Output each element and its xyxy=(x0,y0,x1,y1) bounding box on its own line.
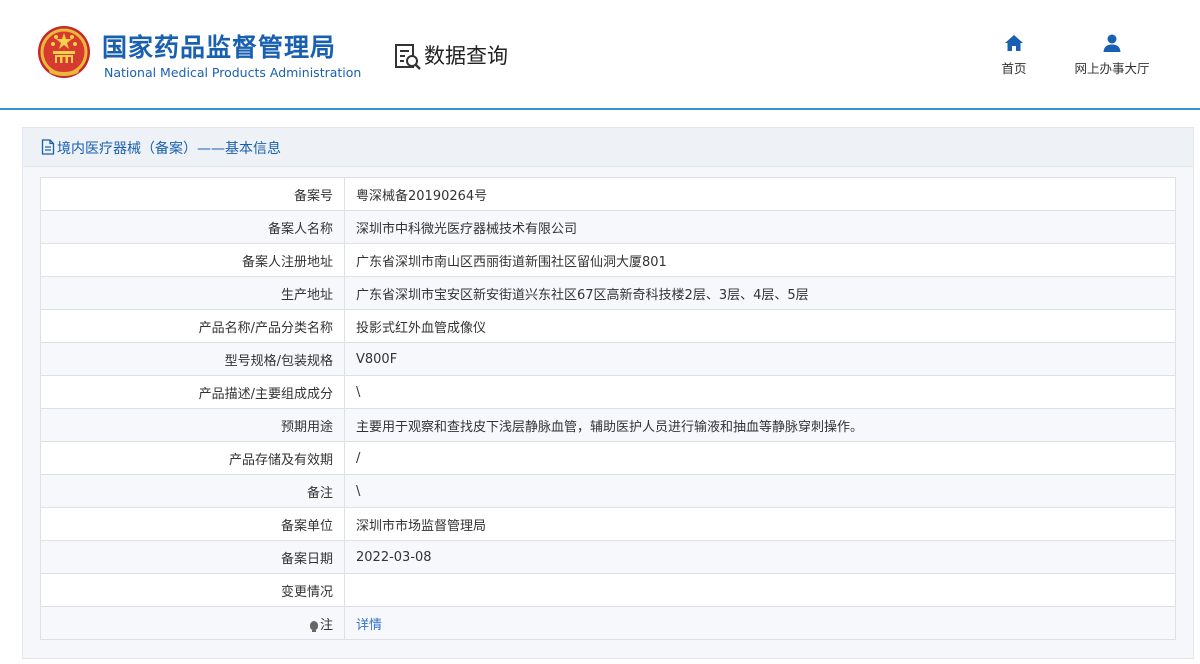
row-value: 主要用于观察和查找皮下浅层静脉血管，辅助医护人员进行输液和抽血等静脉穿刺操作。 xyxy=(344,408,1176,442)
row-value: 详情 xyxy=(344,606,1176,640)
brand-name-en: National Medical Products Administration xyxy=(104,65,362,80)
page-title: 数据查询 xyxy=(424,44,508,68)
site-header: 国家药品监督管理局 National Medical Products Admi… xyxy=(0,0,1200,108)
nav-service-hall-link[interactable]: 网上办事大厅 xyxy=(1066,32,1158,77)
row-value: \ xyxy=(344,474,1176,508)
row-label: 变更情况 xyxy=(40,573,345,607)
home-icon xyxy=(1005,35,1023,51)
nav-home-label: 首页 xyxy=(1001,61,1027,76)
row-value: / xyxy=(344,441,1176,475)
table-row: 备案日期 2022-03-08 xyxy=(40,540,1176,574)
row-label: 产品名称/产品分类名称 xyxy=(40,309,345,343)
row-label: 备案人名称 xyxy=(40,210,345,244)
table-row: 注 详情 xyxy=(40,606,1176,640)
row-value xyxy=(344,573,1176,607)
panel-title: 境内医疗器械（备案）——基本信息 xyxy=(57,141,281,157)
table-row: 备案单位 深圳市市场监督管理局 xyxy=(40,507,1176,541)
row-label: 型号规格/包装规格 xyxy=(40,342,345,376)
header-divider xyxy=(0,108,1200,110)
row-label: 备案日期 xyxy=(40,540,345,574)
table-row: 备注 \ xyxy=(40,474,1176,508)
row-value: 投影式红外血管成像仪 xyxy=(344,309,1176,343)
row-label: 产品存储及有效期 xyxy=(40,441,345,475)
nav-service-hall-label: 网上办事大厅 xyxy=(1074,61,1150,76)
panel-header: 境内医疗器械（备案）——基本信息 xyxy=(23,128,1193,167)
row-value: 深圳市市场监督管理局 xyxy=(344,507,1176,541)
lightbulb-icon xyxy=(309,620,318,632)
row-label: 备案单位 xyxy=(40,507,345,541)
row-value: 2022-03-08 xyxy=(344,540,1176,574)
row-value: 广东省深圳市南山区西丽街道新围社区留仙洞大厦801 xyxy=(344,243,1176,277)
row-value: 广东省深圳市宝安区新安街道兴东社区67区高新奇科技楼2层、3层、4层、5层 xyxy=(344,276,1176,310)
table-row: 备案人注册地址 广东省深圳市南山区西丽街道新围社区留仙洞大厦801 xyxy=(40,243,1176,277)
row-label: 备案人注册地址 xyxy=(40,243,345,277)
table-row: 生产地址 广东省深圳市宝安区新安街道兴东社区67区高新奇科技楼2层、3层、4层、… xyxy=(40,276,1176,310)
brand-name-cn: 国家药品监督管理局 xyxy=(102,33,337,62)
row-label-note: 注 xyxy=(40,606,345,640)
national-emblem-icon xyxy=(38,26,90,78)
table-row: 产品描述/主要组成成分 \ xyxy=(40,375,1176,409)
details-link[interactable]: 详情 xyxy=(356,618,382,633)
row-label: 生产地址 xyxy=(40,276,345,310)
row-value: 深圳市中科微光医疗器械技术有限公司 xyxy=(344,210,1176,244)
row-label: 备案号 xyxy=(40,177,345,211)
user-icon xyxy=(1103,34,1121,52)
row-label: 预期用途 xyxy=(40,408,345,442)
table-row: 备案人名称 深圳市中科微光医疗器械技术有限公司 xyxy=(40,210,1176,244)
table-row: 变更情况 xyxy=(40,573,1176,607)
table-row: 备案号 粤深械备20190264号 xyxy=(40,177,1176,211)
table-row: 预期用途 主要用于观察和查找皮下浅层静脉血管，辅助医护人员进行输液和抽血等静脉穿… xyxy=(40,408,1176,442)
document-search-icon xyxy=(395,44,421,70)
document-icon xyxy=(41,139,55,155)
table-row: 产品名称/产品分类名称 投影式红外血管成像仪 xyxy=(40,309,1176,343)
table-row: 产品存储及有效期 / xyxy=(40,441,1176,475)
note-label: 注 xyxy=(319,617,333,633)
row-label: 备注 xyxy=(40,474,345,508)
row-value: 粤深械备20190264号 xyxy=(344,177,1176,211)
row-value: \ xyxy=(344,375,1176,409)
row-value: V800F xyxy=(344,342,1176,376)
nav-home-link[interactable]: 首页 xyxy=(996,32,1032,77)
row-label: 产品描述/主要组成成分 xyxy=(40,375,345,409)
info-table: 备案号 粤深械备20190264号 备案人名称 深圳市中科微光医疗器械技术有限公… xyxy=(40,177,1176,640)
table-row: 型号规格/包装规格 V800F xyxy=(40,342,1176,376)
info-panel: 境内医疗器械（备案）——基本信息 备案号 粤深械备20190264号 备案人名称… xyxy=(22,127,1194,659)
